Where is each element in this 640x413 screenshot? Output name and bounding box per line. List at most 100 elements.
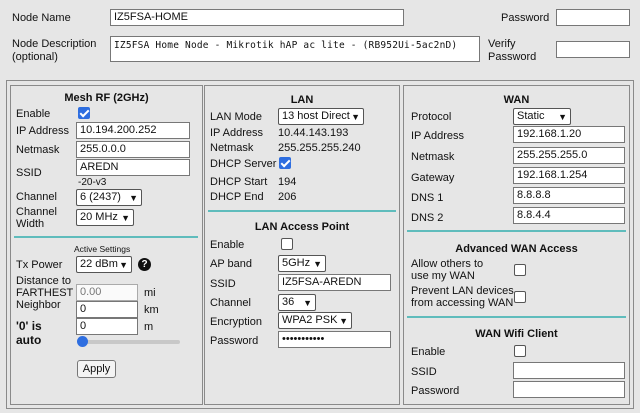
node-description-label: Node Description [12, 38, 97, 50]
lan-mode-label: LAN Mode [210, 111, 262, 123]
wan-client-enable-checkbox[interactable] [514, 345, 526, 357]
chevron-down-icon: ▼ [351, 112, 360, 122]
node-description-optional-label: (optional) [12, 51, 58, 63]
wan-gateway-label: Gateway [411, 172, 455, 184]
mesh-ip-input[interactable]: 10.194.200.252 [76, 122, 190, 139]
chevron-down-icon: ▼ [313, 259, 322, 269]
verify-password-label-2: Password [488, 51, 537, 63]
ap-ssid-input[interactable]: IZ5FSA-AREDN [278, 274, 391, 291]
mesh-channel-width-label-2: Width [16, 218, 45, 230]
wan-netmask-input[interactable]: 255.255.255.0 [513, 147, 625, 164]
wan-protocol-select[interactable]: Static ▼ [513, 108, 571, 125]
wan-netmask-label: Netmask [411, 151, 455, 163]
mesh-ip-label: IP Address [16, 125, 69, 137]
chevron-down-icon: ▼ [339, 316, 348, 326]
mesh-channel-select[interactable]: 6 (2437) ▼ [76, 189, 142, 206]
ap-password-input[interactable]: ••••••••••• [278, 331, 391, 348]
ap-encryption-label: Encryption [210, 316, 262, 328]
advanced-wan-title: Advanced WAN Access [455, 243, 578, 255]
ap-channel-value: 36 [282, 296, 295, 308]
chevron-down-icon: ▼ [119, 260, 128, 270]
mesh-ssid-input[interactable]: AREDN [76, 159, 190, 176]
help-icon[interactable]: ? [138, 258, 151, 271]
wan-protocol-value: Static [517, 110, 545, 122]
wan-dns2-input[interactable]: 8.8.4.4 [513, 207, 625, 224]
wan-client-ssid-input[interactable] [513, 362, 625, 379]
wan-client-enable-label: Enable [411, 346, 446, 358]
wan-gateway-input[interactable]: 192.168.1.254 [513, 167, 625, 184]
wan-dns1-input[interactable]: 8.8.8.8 [513, 187, 625, 204]
distance-km-input[interactable]: 0 [76, 301, 138, 318]
wan-client-password-label: Password [411, 385, 460, 397]
dhcp-server-label: DHCP Server [210, 158, 277, 170]
mesh-channel-value: 6 (2437) [80, 191, 121, 203]
dhcp-start-label: DHCP Start [210, 176, 268, 188]
distance-mi-input[interactable]: 0.00 [76, 284, 138, 301]
apply-button[interactable]: Apply [77, 360, 116, 378]
mesh-netmask-input[interactable]: 255.0.0.0 [76, 141, 190, 158]
node-name-label: Node Name [12, 12, 71, 24]
active-settings-label: Active Settings [74, 244, 131, 254]
wan-divider [407, 230, 626, 232]
mesh-ssid-suffix: -20-v3 [78, 177, 107, 188]
ap-channel-select[interactable]: 36 ▼ [278, 294, 316, 311]
ap-band-value: 5GHz [282, 257, 311, 269]
mesh-channel-width-select[interactable]: 20 MHz ▼ [76, 209, 134, 226]
distance-mi-unit: mi [144, 287, 156, 299]
dhcp-server-checkbox[interactable] [279, 157, 291, 169]
wan-ip-input[interactable]: 192.168.1.20 [513, 126, 625, 143]
allow-wan-label-2: use my WAN [411, 270, 475, 282]
tx-power-label: Tx Power [16, 259, 63, 271]
allow-wan-checkbox[interactable] [514, 264, 526, 276]
lan-ap-enable-label: Enable [210, 239, 245, 251]
lan-ip-label: IP Address [210, 127, 263, 139]
ap-band-select[interactable]: 5GHz ▼ [278, 255, 326, 272]
distance-km-unit: km [144, 304, 159, 316]
password-input[interactable] [556, 9, 630, 26]
lan-mode-value: 13 host Direct [282, 110, 350, 122]
wan-divider-2 [407, 316, 626, 318]
lan-divider [208, 210, 396, 212]
ap-ssid-label: SSID [210, 278, 236, 290]
wan-title: WAN [503, 94, 530, 106]
wan-client-password-input[interactable] [513, 381, 625, 398]
mesh-channel-width-value: 20 MHz [80, 211, 118, 223]
lan-ip-value: 10.44.143.193 [278, 127, 349, 139]
mesh-enable-label: Enable [16, 108, 51, 120]
password-label: Password [501, 12, 550, 24]
tx-power-select[interactable]: 22 dBm ▼ [76, 256, 132, 273]
chevron-down-icon: ▼ [129, 193, 138, 203]
node-name-input[interactable]: IZ5FSA-HOME [110, 9, 404, 26]
prevent-lan-checkbox[interactable] [514, 291, 526, 303]
ap-encryption-select[interactable]: WPA2 PSK ▼ [278, 312, 352, 329]
mesh-rf-title: Mesh RF (2GHz) [64, 92, 149, 104]
ap-channel-label: Channel [210, 297, 251, 309]
mesh-ssid-label: SSID [16, 167, 42, 179]
mesh-enable-checkbox[interactable] [78, 107, 90, 119]
chevron-down-icon: ▼ [121, 213, 130, 223]
wan-ip-label: IP Address [411, 130, 464, 142]
distance-m-input[interactable]: 0 [76, 318, 138, 335]
chevron-down-icon: ▼ [303, 298, 312, 308]
lan-netmask-value: 255.255.255.240 [278, 142, 361, 154]
lan-ap-enable-checkbox[interactable] [281, 238, 293, 250]
distance-slider-track[interactable] [82, 340, 180, 344]
verify-password-input[interactable] [556, 41, 630, 58]
dhcp-end-value: 206 [278, 191, 297, 203]
lan-mode-select[interactable]: 13 host Direct ▼ [278, 108, 364, 125]
mesh-channel-label: Channel [16, 191, 57, 203]
distance-slider-thumb[interactable] [77, 336, 88, 347]
mesh-netmask-label: Netmask [16, 144, 60, 156]
node-description-input[interactable]: IZ5FSA Home Node - Mikrotik hAP ac lite … [110, 36, 480, 62]
lan-netmask-label: Netmask [210, 142, 254, 154]
auto-label: '0' is [16, 319, 42, 333]
wan-protocol-label: Protocol [411, 111, 452, 123]
dhcp-start-value: 194 [278, 176, 297, 188]
distance-label-3: Neighbor [16, 299, 61, 311]
tx-power-value: 22 dBm [80, 258, 118, 270]
lan-ap-title: LAN Access Point [254, 221, 350, 233]
chevron-down-icon: ▼ [558, 112, 567, 122]
ap-band-label: AP band [210, 258, 253, 270]
lan-title: LAN [290, 94, 314, 106]
mesh-divider [14, 236, 198, 238]
